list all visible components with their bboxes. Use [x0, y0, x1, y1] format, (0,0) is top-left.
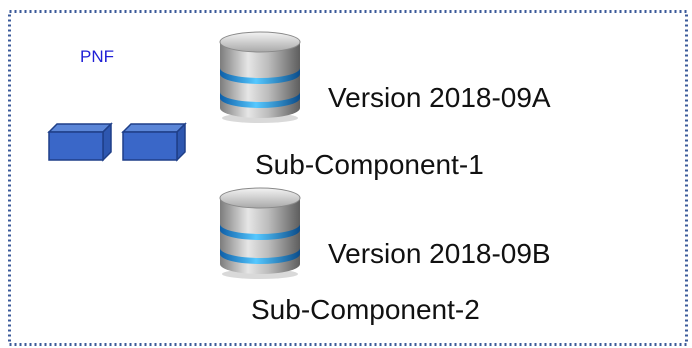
pnf-box-right — [121, 122, 187, 162]
component-1-version: Version 2018-09A — [328, 82, 551, 113]
component-2-version: Version 2018-09B — [328, 238, 551, 269]
component-1-name: Sub-Component-1 — [255, 149, 484, 180]
pnf-label: PNF — [80, 47, 114, 66]
pnf-box-left — [47, 122, 113, 162]
component-2-name: Sub-Component-2 — [251, 294, 480, 325]
database-icon — [219, 31, 301, 123]
database-icon — [219, 187, 301, 279]
